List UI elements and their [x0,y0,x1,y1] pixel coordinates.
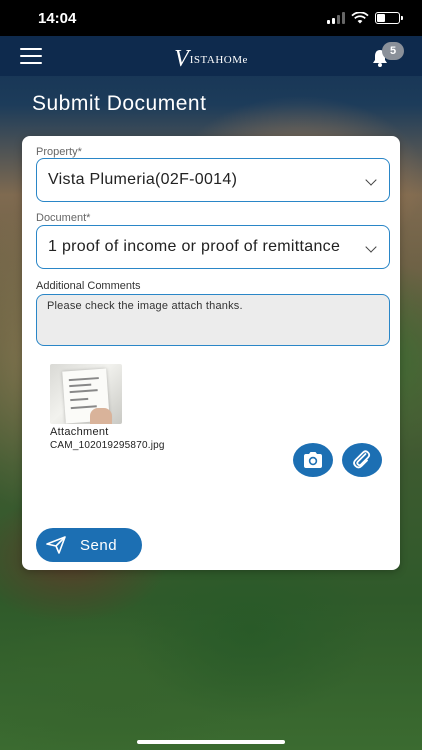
camera-icon [304,452,322,468]
property-value: Vista Plumeria(02F-0014) [48,171,238,188]
camera-button[interactable] [293,443,333,477]
home-indicator[interactable] [137,740,285,744]
page-title: Submit Document [32,92,207,115]
chevron-down-icon [365,241,377,253]
vistahome-logo: V ISTAHOMe [174,41,248,71]
submit-document-card: Property* Vista Plumeria(02F-0014) Docum… [22,136,400,570]
send-button[interactable]: Send [36,528,142,562]
hand-image [90,408,112,424]
attachment-thumbnail[interactable] [50,364,122,424]
logo-letter: V [174,46,189,72]
document-value: 1 proof of income or proof of remittance [48,238,341,255]
status-icons [327,12,403,24]
attachment-label: Attachment [50,426,109,438]
document-label: Document* [36,212,91,224]
notifications-button[interactable]: 5 [370,42,404,70]
property-label: Property* [36,146,82,158]
document-select[interactable]: 1 proof of income or proof of remittance [36,225,390,269]
app-header: V ISTAHOMe 5 [0,36,422,76]
signal-icon [327,12,345,24]
battery-icon [375,12,403,24]
send-label: Send [80,536,118,554]
menu-icon[interactable] [20,48,42,64]
paperclip-icon [353,450,371,469]
attachment-filename: CAM_102019295870.jpg [50,440,165,451]
send-icon [46,536,66,554]
status-bar: 14:04 [0,0,422,36]
notification-badge: 5 [382,42,404,60]
comments-textarea[interactable]: Please check the image attach thanks. [36,294,390,346]
logo-wordmark: ISTAHOMe [189,54,248,66]
attach-file-button[interactable] [342,443,382,477]
property-select[interactable]: Vista Plumeria(02F-0014) [36,158,390,202]
chevron-down-icon [365,174,377,186]
comments-label: Additional Comments [36,280,141,292]
wifi-icon [351,12,369,24]
status-time: 14:04 [38,9,77,27]
